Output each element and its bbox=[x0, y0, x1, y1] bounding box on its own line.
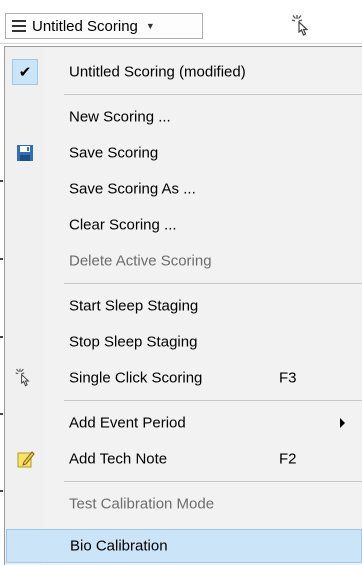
menu-item-save-scoring[interactable]: Save Scoring bbox=[6, 136, 362, 170]
shortcut-label: F3 bbox=[279, 369, 297, 387]
menu-item-label: Test Calibration Mode bbox=[69, 495, 215, 513]
background-tick-mark bbox=[0, 258, 3, 260]
menu-item-add-event-period[interactable]: Add Event Period bbox=[6, 406, 362, 440]
menu-item-label: Add Tech Note bbox=[69, 450, 168, 468]
toolbar-divider bbox=[0, 43, 362, 44]
click-pointer-icon bbox=[14, 367, 36, 389]
menu-item-label: Save Scoring bbox=[69, 144, 159, 162]
menu-item-start-sleep-staging[interactable]: Start Sleep Staging bbox=[6, 289, 362, 323]
menu-item-delete-active-scoring: Delete Active Scoring bbox=[6, 244, 362, 278]
menu-separator bbox=[64, 400, 362, 401]
menu-item-label: Single Click Scoring bbox=[69, 369, 203, 387]
background-tick-mark bbox=[0, 413, 3, 415]
chevron-down-icon: ▼ bbox=[145, 21, 155, 31]
menu-item-add-tech-note[interactable]: Add Tech Note F2 bbox=[6, 442, 362, 476]
scoring-selector-dropdown[interactable]: Untitled Scoring ▼ bbox=[5, 13, 203, 39]
scoring-menu: ✔ Untitled Scoring (modified) New Scorin… bbox=[4, 46, 362, 565]
toolbar: Untitled Scoring ▼ bbox=[0, 0, 362, 44]
menu-item-untitled-scoring[interactable]: ✔ Untitled Scoring (modified) bbox=[6, 55, 362, 89]
menu-item-stop-sleep-staging[interactable]: Stop Sleep Staging bbox=[6, 325, 362, 359]
menu-item-label: Delete Active Scoring bbox=[69, 252, 212, 270]
menu-item-test-calibration-mode: Test Calibration Mode bbox=[6, 487, 362, 521]
checkmark-icon: ✔ bbox=[12, 59, 38, 85]
save-icon bbox=[14, 142, 36, 164]
menu-separator bbox=[64, 481, 362, 482]
menu-separator bbox=[64, 94, 362, 95]
menu-item-bio-calibration[interactable]: Bio Calibration bbox=[6, 529, 362, 563]
shortcut-label: F2 bbox=[279, 450, 297, 468]
menu-item-clear-scoring[interactable]: Clear Scoring ... bbox=[6, 208, 362, 242]
background-tick-mark bbox=[0, 490, 3, 492]
scoring-selector-label: Untitled Scoring bbox=[32, 17, 138, 35]
menu-item-save-scoring-as[interactable]: Save Scoring As ... bbox=[6, 172, 362, 206]
menu-separator bbox=[64, 283, 362, 284]
menu-item-label: Untitled Scoring (modified) bbox=[69, 63, 246, 81]
menu-item-label: Start Sleep Staging bbox=[69, 297, 199, 315]
menu-item-label: Add Event Period bbox=[69, 414, 186, 432]
menu-item-new-scoring[interactable]: New Scoring ... bbox=[6, 100, 362, 134]
menu-item-label: Save Scoring As ... bbox=[69, 180, 196, 198]
menu-item-label: Clear Scoring ... bbox=[69, 216, 177, 234]
note-pencil-icon bbox=[14, 448, 36, 470]
submenu-arrow-icon bbox=[340, 418, 345, 428]
menu-item-label: Bio Calibration bbox=[70, 537, 168, 555]
background-tick-mark bbox=[0, 180, 3, 182]
menu-item-label: New Scoring ... bbox=[69, 108, 171, 126]
list-icon bbox=[12, 19, 26, 33]
click-pointer-icon[interactable] bbox=[290, 14, 316, 38]
background-tick-mark bbox=[0, 336, 3, 338]
menu-item-label: Stop Sleep Staging bbox=[69, 333, 198, 351]
menu-item-single-click-scoring[interactable]: Single Click Scoring F3 bbox=[6, 361, 362, 395]
